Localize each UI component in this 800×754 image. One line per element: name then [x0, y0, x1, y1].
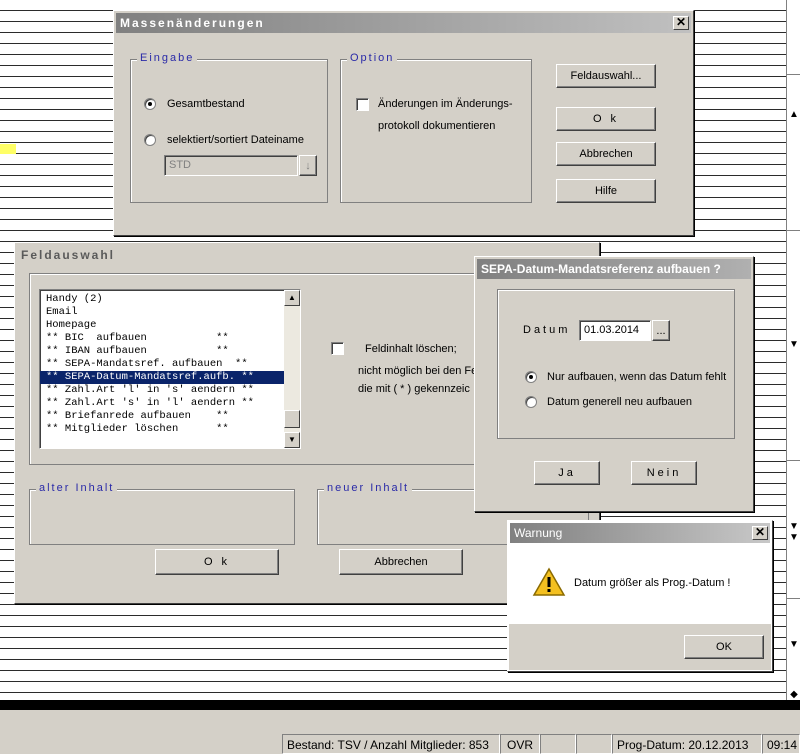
- highlighted-cell: [0, 144, 16, 154]
- sepa-title: SEPA-Datum-Mandatsreferenz aufbauen ?: [481, 262, 721, 276]
- datum-picker-button[interactable]: ...: [652, 320, 670, 341]
- list-item[interactable]: Email: [40, 306, 300, 319]
- warnung-titlebar: Warnung: [510, 523, 770, 543]
- field-listbox[interactable]: Handy (2) Email Homepage ** BIC aufbauen **…: [39, 289, 301, 449]
- feld-abbrechen-button[interactable]: Abbrechen: [339, 549, 463, 575]
- hilfe-button[interactable]: Hilfe: [556, 179, 656, 203]
- warnung-title: Warnung: [514, 526, 563, 540]
- selektiert-radio[interactable]: [144, 134, 156, 146]
- sepa-titlebar: SEPA-Datum-Mandatsreferenz aufbauen ?: [477, 259, 751, 279]
- alter-inhalt-group: alter Inhalt: [29, 482, 295, 545]
- feldinhalt-label: Feldinhalt löschen;: [365, 343, 457, 355]
- close-icon[interactable]: ✕: [673, 16, 689, 30]
- list-item[interactable]: Homepage: [40, 319, 300, 332]
- protokoll-checkbox[interactable]: [356, 98, 369, 111]
- list-item[interactable]: ** Briefanrede aufbauen **: [40, 410, 300, 423]
- generell-label: Datum generell neu aufbauen: [547, 396, 692, 408]
- scroll-separator: [787, 74, 800, 75]
- list-item[interactable]: ** Mitglieder löschen **: [40, 423, 300, 436]
- status-time: 09:14: [762, 734, 800, 754]
- eingabe-title: Eingabe: [137, 52, 198, 64]
- option-title: Option: [347, 52, 398, 64]
- option-label-line1: Änderungen im Änderungs-: [378, 98, 513, 110]
- list-item[interactable]: Handy (2): [40, 293, 300, 306]
- massen-ok-button[interactable]: O k: [556, 107, 656, 131]
- feldauswahl-button[interactable]: Feldauswahl...: [556, 64, 656, 88]
- alter-inhalt-title: alter Inhalt: [36, 482, 118, 494]
- warnung-dialog: Warnung ✕ Datum größer als Prog.-Datum !…: [507, 520, 773, 672]
- massen-title: Massenänderungen: [120, 16, 265, 30]
- massen-abbrechen-button[interactable]: Abbrechen: [556, 142, 656, 166]
- close-icon[interactable]: ✕: [752, 526, 768, 540]
- list-item[interactable]: ** Zahl.Art 's' in 'l' aendern **: [40, 397, 300, 410]
- status-empty: [576, 734, 612, 754]
- massen-titlebar: Massenänderungen: [116, 13, 691, 33]
- dateiname-dropdown-icon[interactable]: ↓: [299, 155, 317, 176]
- right-scrollbar[interactable]: ▲ ▼ ▼ ▼ ▼ ◆: [786, 0, 800, 700]
- scroll-down-arrow-icon[interactable]: ▼: [789, 640, 799, 650]
- listbox-scrollbar[interactable]: ▲ ▼: [284, 290, 300, 448]
- list-item[interactable]: ** BIC aufbauen **: [40, 332, 300, 345]
- nur-aufbauen-label: Nur aufbauen, wenn das Datum fehlt: [547, 371, 727, 383]
- gesamtbestand-label: Gesamtbestand: [167, 98, 245, 110]
- neuer-inhalt-title: neuer Inhalt: [324, 482, 413, 494]
- datum-label: Datum: [523, 324, 571, 336]
- option-label-line2: protokoll dokumentieren: [378, 120, 496, 132]
- selektiert-label: selektiert/sortiert Dateiname: [167, 134, 304, 146]
- hint-text-line1: nicht möglich bei den Fe: [358, 365, 478, 377]
- scroll-thumb[interactable]: [284, 410, 300, 428]
- status-ovr: OVR: [500, 734, 540, 754]
- eingabe-group: Eingabe: [130, 52, 328, 203]
- list-item[interactable]: ** Zahl.Art 'l' in 's' aendern **: [40, 384, 300, 397]
- nein-button[interactable]: Nein: [631, 461, 697, 485]
- warnung-message: Datum größer als Prog.-Datum !: [574, 577, 731, 589]
- dateiname-input[interactable]: STD: [164, 155, 298, 176]
- separator-bar: [0, 700, 800, 710]
- datum-input[interactable]: 01.03.2014: [579, 320, 651, 341]
- scroll-down-arrow-icon[interactable]: ▼: [789, 522, 799, 532]
- status-empty: [540, 734, 576, 754]
- feldinhalt-loeschen-checkbox[interactable]: [331, 342, 344, 355]
- ja-button[interactable]: Ja: [534, 461, 600, 485]
- status-prog-datum: Prog-Datum: 20.12.2013: [612, 734, 762, 754]
- generell-radio[interactable]: [525, 396, 537, 408]
- massenaenderungen-dialog: Massenänderungen ✕ Eingabe Gesamtbestand…: [113, 10, 694, 236]
- gesamtbestand-radio[interactable]: [144, 98, 156, 110]
- scroll-updown-icon[interactable]: ◆: [789, 690, 799, 700]
- scroll-down-icon[interactable]: ▼: [284, 432, 300, 448]
- scroll-up-arrow-icon[interactable]: ▲: [789, 110, 799, 120]
- scroll-down-arrow-icon[interactable]: ▼: [789, 533, 799, 543]
- scroll-separator: [787, 230, 800, 231]
- feld-ok-button[interactable]: O k: [155, 549, 279, 575]
- list-item[interactable]: ** SEPA-Datum-Mandatsref.aufb. **: [40, 371, 300, 384]
- status-bar: Bestand: TSV / Anzahl Mitglieder: 853 OV…: [0, 710, 800, 754]
- warnung-ok-button[interactable]: OK: [684, 635, 764, 659]
- sepa-dialog: SEPA-Datum-Mandatsreferenz aufbauen ? Da…: [474, 256, 754, 512]
- status-bestand: Bestand: TSV / Anzahl Mitglieder: 853: [282, 734, 500, 754]
- scroll-separator: [787, 598, 800, 599]
- hint-text-line2: die mit ( * ) gekennzeic: [358, 383, 470, 395]
- scroll-up-icon[interactable]: ▲: [284, 290, 300, 306]
- list-item[interactable]: ** SEPA-Mandatsref. aufbauen **: [40, 358, 300, 371]
- nur-aufbauen-radio[interactable]: [525, 371, 537, 383]
- scroll-separator: [787, 460, 800, 461]
- warning-icon: [532, 567, 566, 596]
- list-item[interactable]: ** IBAN aufbauen **: [40, 345, 300, 358]
- field-list: Handy (2) Email Homepage ** BIC aufbauen **…: [40, 290, 300, 436]
- scroll-down-arrow-icon[interactable]: ▼: [789, 340, 799, 350]
- sepa-group: [497, 289, 735, 439]
